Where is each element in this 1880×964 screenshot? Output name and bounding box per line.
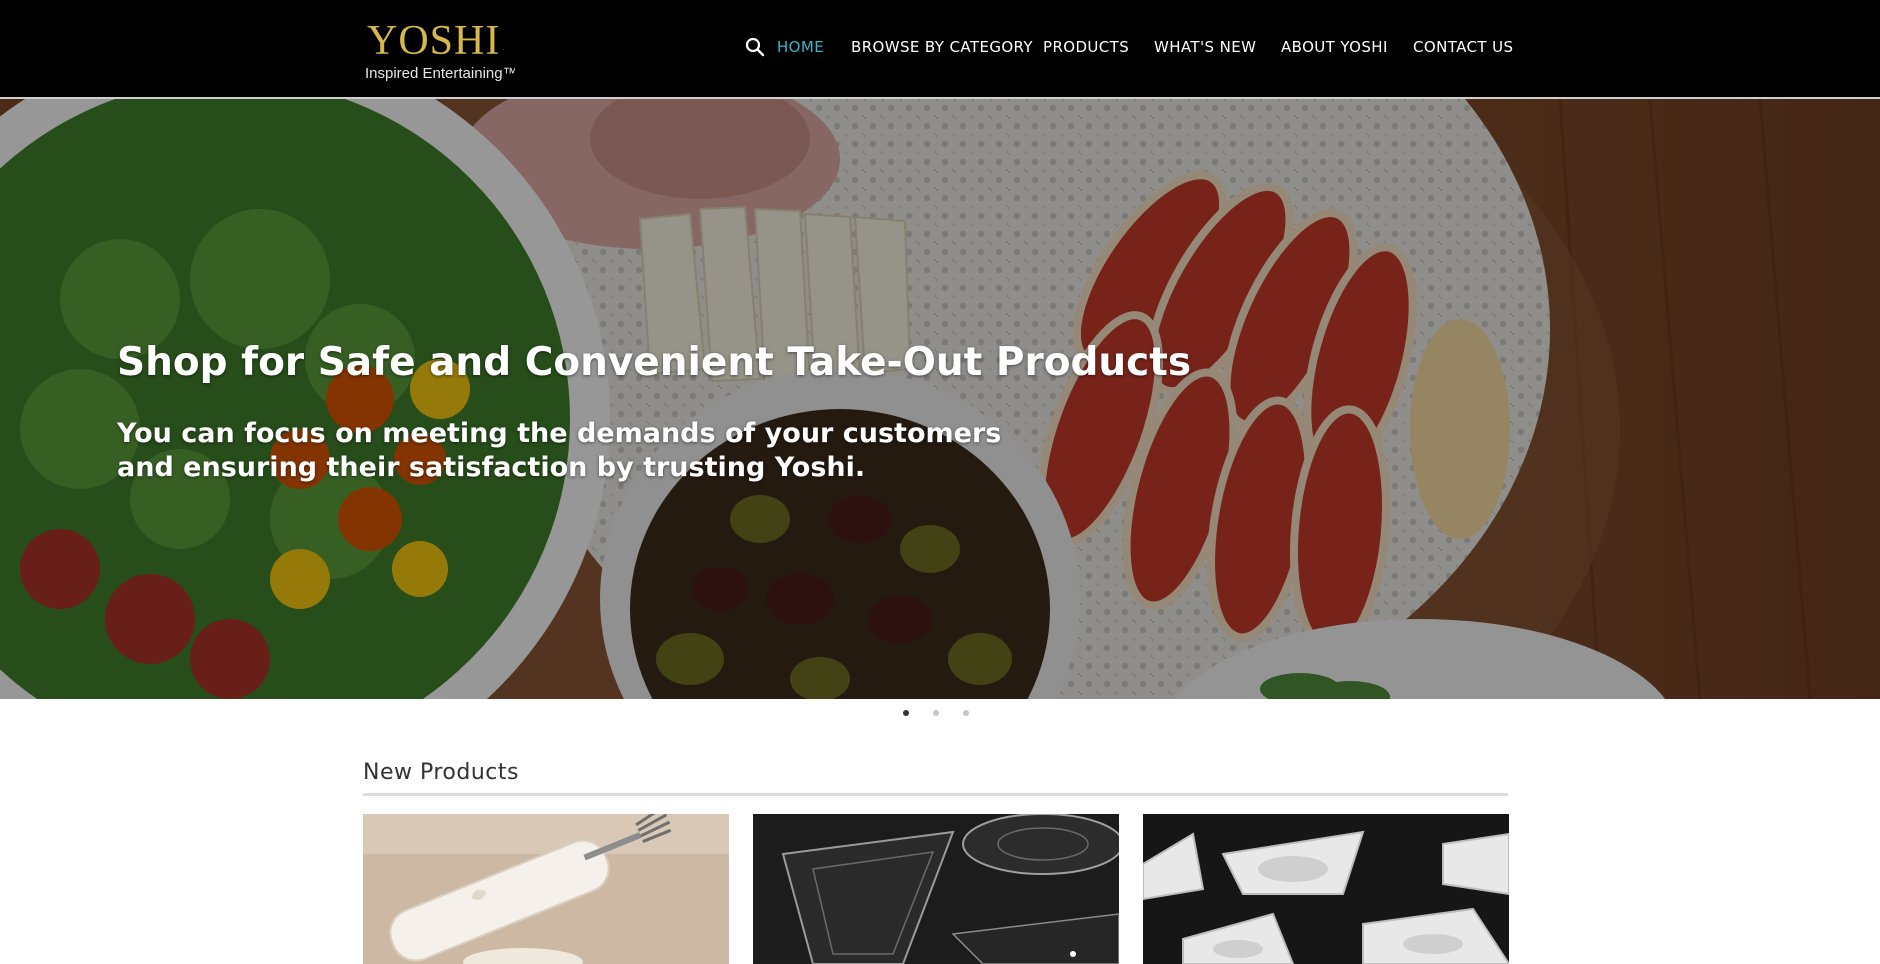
nav-whats-new[interactable]: WHAT'S NEW bbox=[1154, 37, 1256, 57]
product-card-1[interactable] bbox=[363, 814, 729, 964]
hero-title: Shop for Safe and Convenient Take-Out Pr… bbox=[117, 340, 1192, 385]
hero-banner[interactable]: Shop for Safe and Convenient Take-Out Pr… bbox=[0, 99, 1880, 699]
nav-products[interactable]: PRODUCTS bbox=[1043, 37, 1129, 57]
carousel-dots bbox=[0, 710, 1880, 720]
nav-about-yoshi[interactable]: ABOUT YOSHI bbox=[1281, 37, 1388, 57]
new-products-heading: New Products bbox=[363, 760, 519, 785]
search-icon[interactable] bbox=[744, 36, 766, 58]
hero-dark-overlay bbox=[0, 99, 1880, 699]
svg-text:Inspired Entertaining™: Inspired Entertaining™ bbox=[365, 65, 515, 82]
carousel-dot-3[interactable] bbox=[963, 710, 969, 716]
section-divider bbox=[363, 793, 1508, 796]
clear-triangle-plates-photo bbox=[753, 814, 1119, 964]
product-card-3[interactable] bbox=[1143, 814, 1509, 964]
svg-text:.: . bbox=[503, 46, 505, 52]
napkin-with-fork-photo bbox=[363, 814, 729, 964]
svg-text:YOSHI: YOSHI bbox=[367, 18, 500, 64]
carousel-dot-1[interactable] bbox=[903, 710, 909, 716]
hero-subtitle: You can focus on meeting the demands of … bbox=[117, 418, 1002, 483]
product-card-2[interactable] bbox=[753, 814, 1119, 964]
nav-contact-us[interactable]: CONTACT US bbox=[1413, 37, 1513, 57]
nav-home[interactable]: HOME bbox=[777, 37, 824, 57]
site-header: YOSHI . Inspired Entertaining™ HOME BROW… bbox=[0, 0, 1880, 99]
yoshi-logo[interactable]: YOSHI . Inspired Entertaining™ bbox=[365, 12, 515, 84]
carousel-dot-2[interactable] bbox=[933, 710, 939, 716]
nav-browse-by-category[interactable]: BROWSE BY CATEGORY bbox=[851, 37, 1033, 57]
white-triangle-dishes-photo bbox=[1143, 814, 1509, 964]
